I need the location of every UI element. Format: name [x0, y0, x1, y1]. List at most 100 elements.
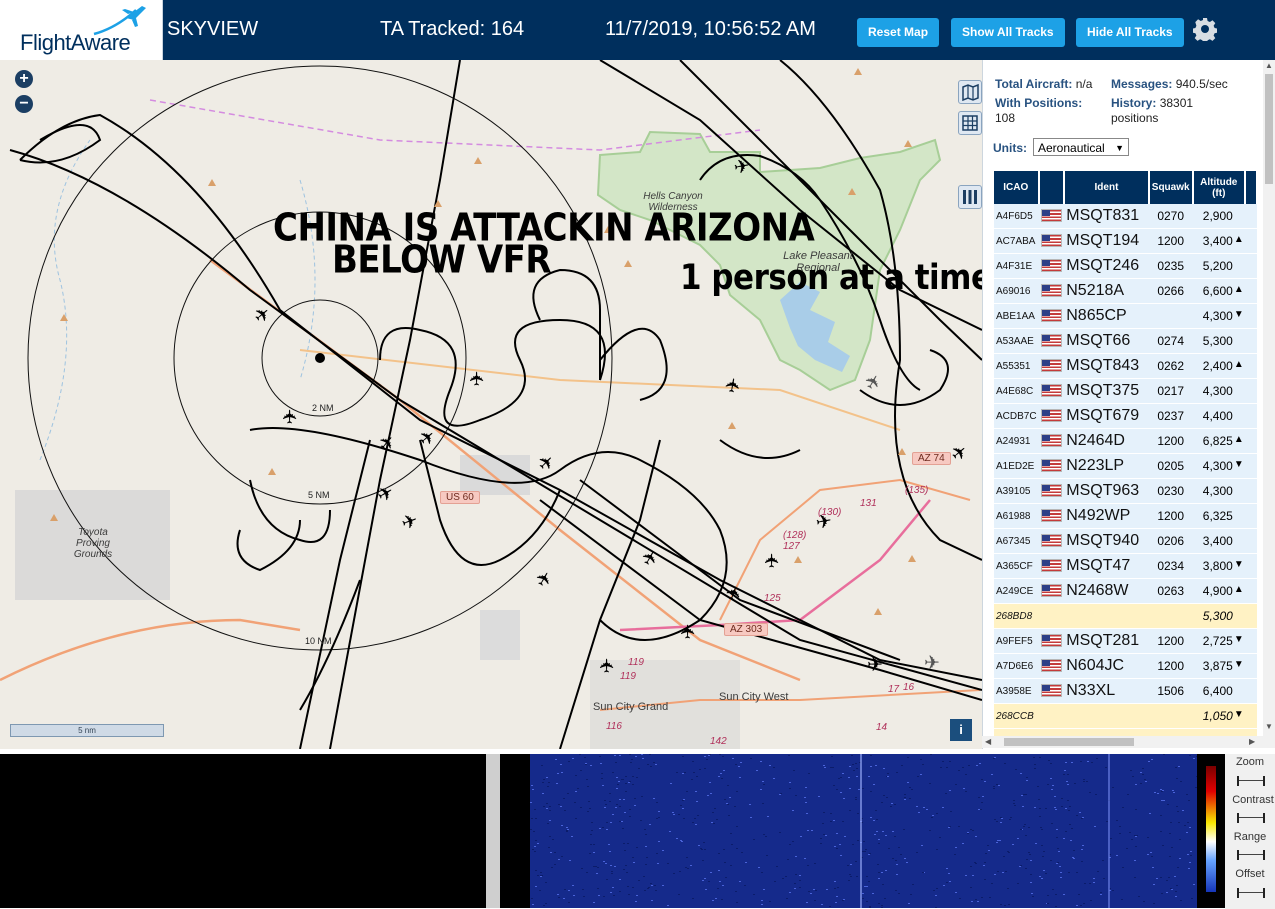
table-row[interactable]: A69016 N5218A 0266 6,600 ▲: [994, 278, 1257, 304]
scroll-up-icon[interactable]: ▲: [1265, 61, 1273, 70]
col-header-extra[interactable]: [1244, 171, 1258, 204]
total-aircraft-label: Total Aircraft:: [995, 77, 1073, 91]
aircraft-marker[interactable]: ✈: [280, 409, 301, 425]
altitude-value: 2,725: [1202, 634, 1233, 648]
table-row[interactable]: ACDB7C MSQT679 0237 4,400: [994, 403, 1257, 429]
col-header-altitude[interactable]: Altitude (ft): [1192, 171, 1246, 204]
panel-vertical-scrollbar[interactable]: ▲ ▼: [1263, 60, 1275, 736]
contrast-slider[interactable]: [1237, 813, 1265, 823]
aircraft-marker[interactable]: ✈: [814, 511, 833, 534]
aircraft-marker[interactable]: ✈: [722, 376, 745, 395]
table-row[interactable]: A61988 N492WP 1200 6,325: [994, 503, 1257, 529]
panel-horizontal-scrollbar[interactable]: ◀ ▶: [982, 736, 1275, 748]
altitude-trend-icon: ▲: [1233, 359, 1244, 370]
gear-icon[interactable]: [1193, 17, 1217, 41]
table-row[interactable]: A55351 MSQT843 0262 2,400 ▲: [994, 353, 1257, 379]
reset-map-button[interactable]: Reset Map: [857, 18, 940, 47]
info-button[interactable]: i: [950, 719, 972, 741]
show-all-tracks-button[interactable]: Show All Tracks: [951, 18, 1065, 47]
squawk-cell: 1200: [1148, 503, 1193, 529]
table-row[interactable]: 268AC9 2,625: [994, 728, 1257, 736]
ident-cell: MSQT843: [1064, 353, 1149, 379]
us-flag-icon: [1040, 459, 1062, 473]
col-header-squawk[interactable]: Squawk: [1148, 171, 1194, 204]
messages-label: Messages:: [1111, 77, 1173, 91]
aircraft-marker[interactable]: ✈: [867, 656, 883, 675]
table-row[interactable]: A4E68C MSQT375 0217 4,300: [994, 378, 1257, 404]
aircraft-marker[interactable]: ✈: [467, 371, 488, 387]
squawk-cell: 1506: [1148, 678, 1193, 704]
altitude-value: 6,400: [1202, 684, 1233, 698]
flag-cell: [1038, 728, 1065, 736]
zoom-in-button[interactable]: +: [15, 70, 33, 88]
range-slider[interactable]: [1237, 850, 1265, 860]
table-row[interactable]: A9FEF5 MSQT281 1200 2,725 ▼: [994, 628, 1257, 654]
with-positions-stat: With Positions: 108: [995, 96, 1105, 126]
table-row[interactable]: A249CE N2468W 0263 4,900 ▲: [994, 578, 1257, 604]
table-row[interactable]: A1ED2E N223LP 0205 4,300 ▼: [994, 453, 1257, 479]
flag-cell: [1038, 478, 1065, 504]
extra-cell: [1244, 428, 1257, 454]
flightaware-logo[interactable]: FlightAware: [0, 0, 163, 60]
aircraft-table-wrap[interactable]: ICAO Ident Squawk Altitude (ft) A4F6D5 MS…: [994, 171, 1258, 736]
flag-cell: [1038, 403, 1065, 429]
aircraft-marker[interactable]: ✈: [678, 624, 699, 640]
aircraft-marker[interactable]: ✈: [732, 156, 751, 179]
squawk-cell: 0230: [1148, 478, 1193, 504]
grid-toggle-button[interactable]: [958, 111, 982, 135]
vertical-scroll-thumb[interactable]: [1265, 74, 1273, 184]
altitude-cell: 4,300 ▼: [1192, 453, 1245, 479]
icao-cell: A24931: [994, 428, 1039, 454]
offset-slider[interactable]: [1237, 888, 1265, 898]
units-select[interactable]: Aeronautical ▼: [1033, 138, 1129, 156]
scroll-left-icon[interactable]: ◀: [985, 737, 991, 746]
with-positions-value: 108: [995, 111, 1016, 125]
panel-toggle-button[interactable]: [958, 185, 982, 209]
ident-cell: MSQT47: [1064, 553, 1149, 579]
zoom-slider[interactable]: [1237, 776, 1265, 786]
us-flag-icon: [1040, 659, 1062, 673]
panel-divider[interactable]: [486, 754, 500, 908]
extra-cell: [1244, 328, 1257, 354]
table-row[interactable]: ABE1AA N865CP 4,300 ▼: [994, 303, 1257, 329]
icao-cell: A9FEF5: [994, 628, 1039, 654]
map-layers-button[interactable]: [958, 80, 982, 104]
hide-all-tracks-button[interactable]: Hide All Tracks: [1076, 18, 1184, 47]
route-17: 17: [888, 684, 900, 695]
table-row[interactable]: A7D6E6 N604JC 1200 3,875 ▼: [994, 653, 1257, 679]
ident-cell: N492WP: [1064, 503, 1149, 529]
ident-cell: MSQT194: [1064, 228, 1149, 254]
table-row[interactable]: A365CF MSQT47 0234 3,800 ▼: [994, 553, 1257, 579]
map-view[interactable]: Hells Canyon Wilderness Lake Pleasant Re…: [0, 60, 982, 749]
scroll-right-icon[interactable]: ▶: [1249, 737, 1255, 746]
extra-cell: [1244, 603, 1257, 629]
flag-cell: [1038, 578, 1065, 604]
flag-cell: [1038, 628, 1065, 654]
aircraft-marker[interactable]: ✈: [597, 658, 618, 674]
col-header-icao[interactable]: ICAO: [994, 171, 1040, 204]
col-header-flag[interactable]: [1038, 171, 1066, 204]
col-header-ident[interactable]: Ident: [1064, 171, 1150, 204]
table-row[interactable]: A24931 N2464D 1200 6,825 ▲: [994, 428, 1257, 454]
scroll-down-icon[interactable]: ▼: [1265, 722, 1273, 731]
table-row[interactable]: A67345 MSQT940 0206 3,400: [994, 528, 1257, 554]
table-row[interactable]: AC7ABA MSQT194 1200 3,400 ▲: [994, 228, 1257, 254]
table-row[interactable]: A4F31E MSQT246 0235 5,200: [994, 253, 1257, 279]
aircraft-marker[interactable]: ✈: [762, 553, 783, 569]
table-row[interactable]: A39105 MSQT963 0230 4,300: [994, 478, 1257, 504]
zoom-out-button[interactable]: −: [15, 95, 33, 113]
history-value: 38301: [1159, 96, 1194, 110]
waterfall-display[interactable]: [500, 754, 1197, 908]
squawk-cell: 1200: [1148, 228, 1193, 254]
flag-cell: [1038, 378, 1065, 404]
table-row[interactable]: A3958E N33XL 1506 6,400: [994, 678, 1257, 704]
spectrum-panel: Zoom Contrast Range Offset: [0, 754, 1275, 909]
horizontal-scroll-thumb[interactable]: [1004, 738, 1134, 746]
current-datetime: 11/7/2019, 10:56:52 AM: [605, 18, 816, 40]
table-row[interactable]: 268CCB 1,050 ▼: [994, 703, 1257, 729]
table-row[interactable]: 268BD8 5,300: [994, 603, 1257, 629]
altitude-cell: 6,400: [1192, 678, 1245, 704]
table-row[interactable]: A53AAE MSQT66 0274 5,300: [994, 328, 1257, 354]
aircraft-marker[interactable]: ✈: [924, 654, 940, 673]
table-row[interactable]: A4F6D5 MSQT831 0270 2,900: [994, 204, 1257, 229]
